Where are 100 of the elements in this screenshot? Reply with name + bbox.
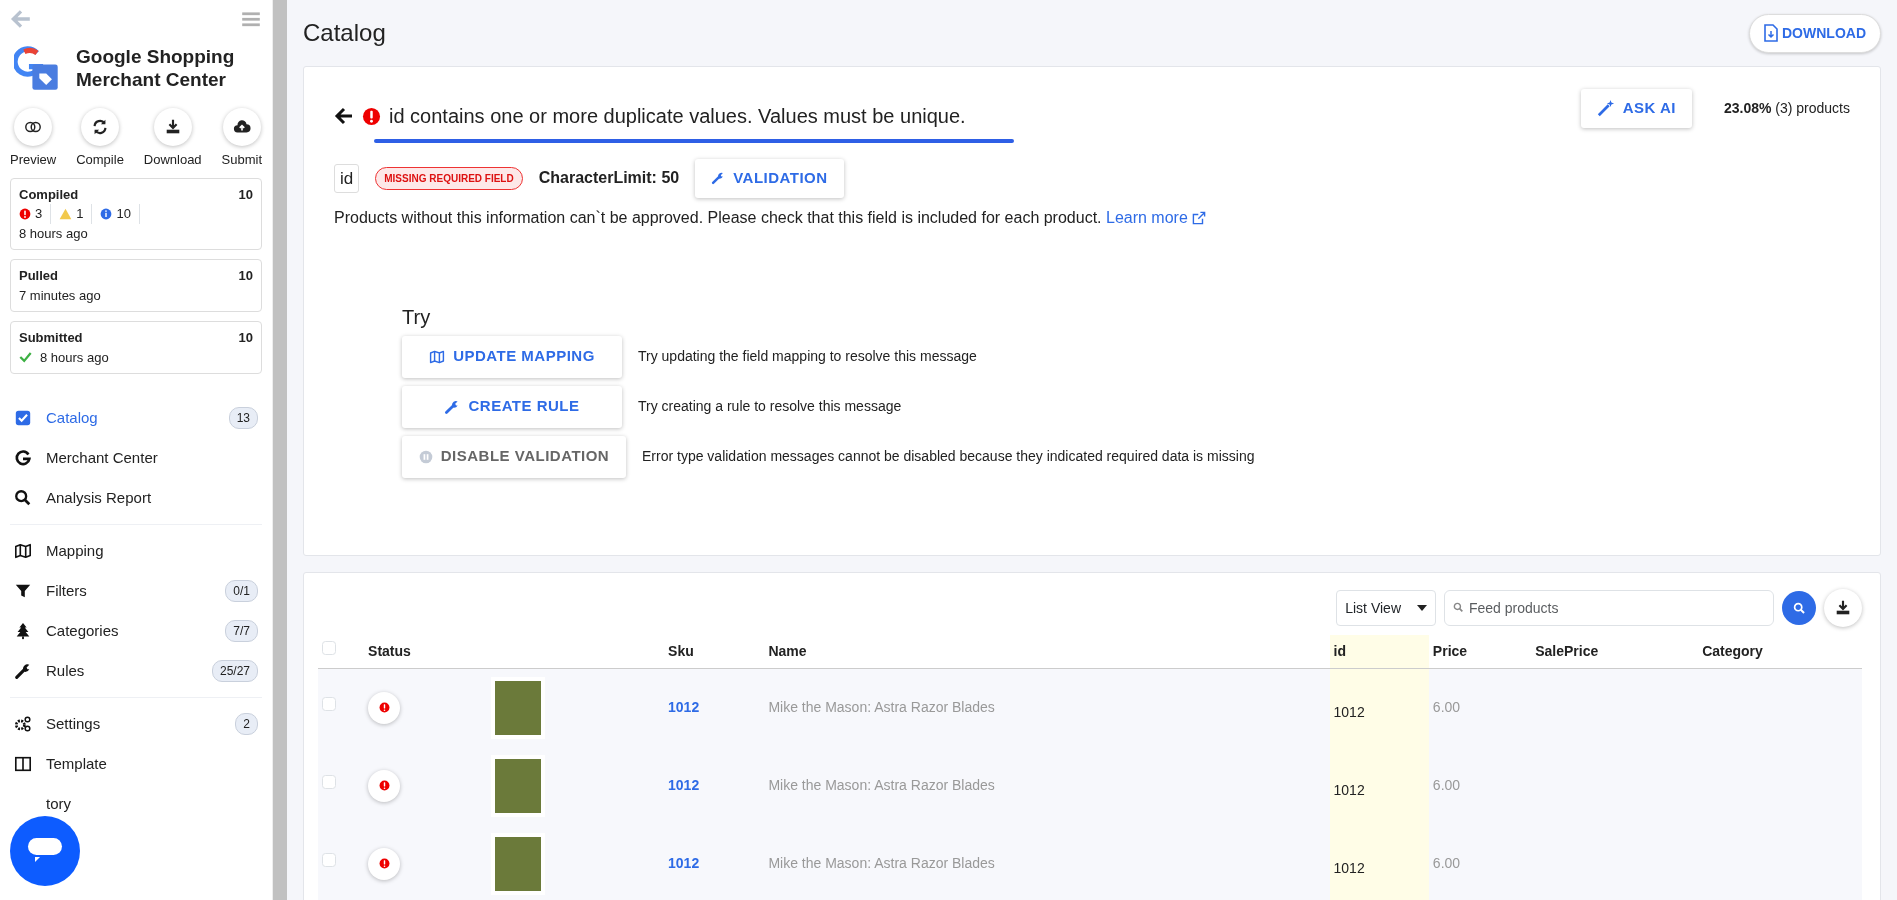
nav-item[interactable]: tory	[10, 784, 262, 824]
search-button[interactable]	[1782, 591, 1816, 625]
sync-icon	[91, 118, 109, 136]
map-icon	[14, 542, 32, 560]
card-time: 8 hours ago	[19, 224, 88, 243]
nav-item[interactable]: Filters 0/1	[10, 571, 262, 611]
error-icon	[378, 780, 390, 791]
status-button[interactable]	[368, 691, 401, 724]
column-header: Price	[1428, 635, 1532, 669]
section-heading: Try	[402, 304, 432, 330]
wrench-icon	[444, 398, 461, 415]
required-tag: MISSING REQUIRED FIELD	[375, 166, 523, 190]
download-icon	[1834, 599, 1852, 617]
sku-link[interactable]: 1012	[668, 777, 700, 793]
external-link-icon	[1192, 211, 1207, 226]
issue-message: id contains one or more duplicate values. Values must be unique.	[389, 104, 966, 129]
sku-link[interactable]: 1012	[668, 699, 700, 716]
nav-item[interactable]: Settings 2	[10, 704, 262, 744]
card-title: Submitted	[19, 329, 83, 347]
left-arrow-icon[interactable]	[334, 106, 354, 126]
view-select[interactable]: List View	[1336, 590, 1436, 626]
count-badge: 13	[228, 407, 258, 429]
photo-placeholder	[490, 676, 545, 739]
description-text: Products without this information can`t be approved. Please check that this field is included for each product. Learn more	[334, 205, 1850, 230]
logo-icon	[14, 46, 60, 92]
magic-wand-icon	[1596, 99, 1615, 118]
validation-button[interactable]: VALIDATION	[695, 159, 844, 198]
count-badge: 25/27	[211, 660, 258, 682]
warning-icon	[59, 207, 73, 220]
nav-item[interactable]: Categories 7/7	[10, 611, 262, 651]
nav-item[interactable]: Template	[10, 744, 262, 784]
action-button[interactable]: CREATE RULE	[402, 385, 622, 428]
error-icon	[362, 106, 381, 126]
pause-icon	[418, 449, 433, 464]
column-header: Name	[764, 635, 1330, 669]
column-header: id	[1329, 635, 1429, 669]
app-title: Merchant Center	[76, 69, 227, 92]
gears-icon	[14, 715, 32, 733]
table-cell: 1012	[1333, 782, 1365, 798]
app-title: Google Shopping	[76, 46, 235, 69]
share-text: 23.08% (3) products	[1723, 98, 1850, 118]
card-count: 10	[238, 329, 253, 347]
card-title: Compiled	[19, 185, 79, 204]
count-badge: 0/1	[225, 580, 258, 602]
action-button[interactable]: UPDATE MAPPING	[402, 335, 622, 378]
search-icon	[1453, 602, 1464, 613]
card-time: 8 hours ago	[40, 348, 109, 367]
file-download-icon	[1764, 24, 1778, 42]
status-button[interactable]	[368, 847, 401, 880]
page-title: Catalog	[303, 18, 386, 48]
nav-item[interactable]: Catalog 13	[10, 398, 262, 438]
nav-item[interactable]: Rules 25/27	[10, 651, 262, 691]
action-label: Compile	[76, 151, 124, 169]
card-title: Pulled	[19, 267, 58, 285]
count-text: 10	[116, 205, 131, 223]
map-icon	[429, 348, 446, 365]
nav-item[interactable]: Analysis Report	[10, 478, 262, 518]
count-badge: 7/7	[225, 620, 258, 642]
round-button[interactable]	[81, 108, 119, 146]
round-button[interactable]	[14, 108, 53, 146]
table-cell: 1012	[1333, 860, 1365, 876]
learn-more-link[interactable]: Learn more	[1106, 208, 1207, 226]
search-icon	[14, 489, 32, 507]
wrench-icon	[14, 662, 32, 680]
error-icon	[19, 207, 31, 220]
row-checkbox[interactable]	[322, 775, 336, 789]
download-button[interactable]: DOWNLOAD	[1749, 13, 1881, 53]
nav-item[interactable]: Mapping	[10, 531, 262, 571]
scrollbar[interactable]	[272, 0, 287, 900]
table-cell: Mike the Mason: Astra Razor Blades	[768, 855, 995, 871]
table-cell: Mike the Mason: Astra Razor Blades	[768, 777, 995, 793]
caret-icon	[1417, 605, 1427, 611]
character-limit: CharacterLimit: 50	[538, 168, 680, 189]
ask-ai-button[interactable]: ASK AI	[1580, 89, 1692, 128]
status-button[interactable]	[368, 769, 401, 802]
photo-placeholder	[490, 832, 545, 895]
download-button[interactable]	[1824, 589, 1862, 627]
table-cell: 6.00	[1432, 777, 1461, 793]
card-count: 10	[238, 185, 253, 204]
row-checkbox[interactable]	[322, 853, 336, 867]
count-text: 1	[76, 205, 84, 223]
select-all-checkbox[interactable]	[322, 641, 336, 655]
error-icon	[378, 702, 390, 714]
search-field[interactable]: Feed products	[1444, 590, 1774, 626]
sku-link[interactable]: 1012	[668, 855, 700, 871]
info-icon	[100, 207, 113, 220]
round-button[interactable]	[153, 108, 192, 146]
columns-icon	[14, 755, 32, 773]
error-icon	[378, 858, 390, 869]
count-text: 3	[35, 205, 43, 223]
card-count: 10	[238, 267, 253, 285]
hint-text: Try updating the field mapping to resolve this message	[638, 347, 977, 366]
hint-text: Error type validation messages cannot be disabled because they indicated required data is missing	[642, 447, 1255, 466]
field-name: id	[334, 163, 360, 193]
row-checkbox[interactable]	[322, 697, 336, 712]
checkbox-icon	[14, 409, 32, 427]
round-button[interactable]	[222, 108, 261, 146]
nav-item[interactable]: Merchant Center	[10, 438, 262, 478]
table-cell: 6.00	[1432, 855, 1461, 871]
action-label: Download	[143, 151, 202, 169]
